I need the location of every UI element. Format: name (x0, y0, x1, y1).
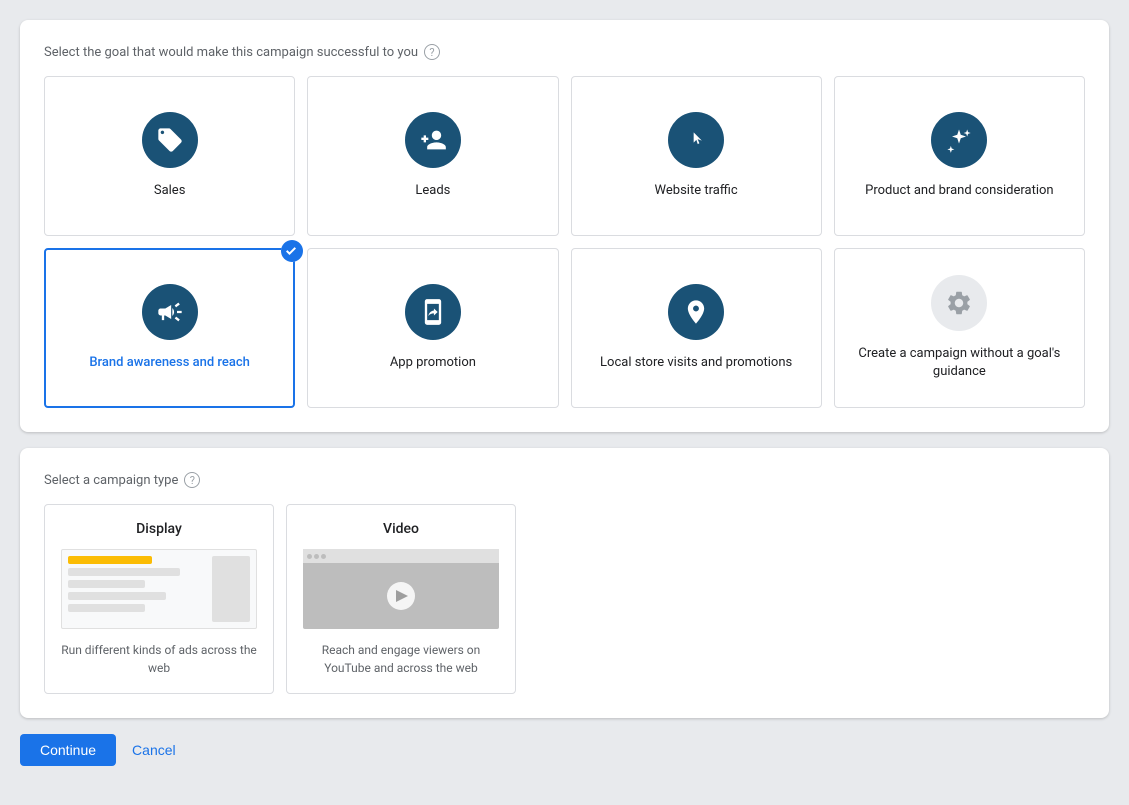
leads-label: Leads (415, 182, 450, 200)
location-icon (682, 298, 710, 326)
check-icon (281, 240, 303, 262)
video-title: Video (303, 521, 499, 537)
goal-card-sales[interactable]: Sales (44, 76, 295, 236)
goal-card-app-promotion[interactable]: App promotion (307, 248, 558, 408)
campaign-card-display[interactable]: Display Run different kinds of ads acr (44, 504, 274, 694)
cancel-button[interactable]: Cancel (132, 742, 176, 758)
video-description: Reach and engage viewers on YouTube and … (303, 641, 499, 677)
video-play-button (387, 582, 415, 610)
person-add-icon (419, 126, 447, 154)
campaign-section-text: Select a campaign type (44, 473, 178, 488)
sales-label: Sales (154, 182, 186, 200)
leads-icon-circle (405, 112, 461, 168)
video-thumbnail (303, 549, 499, 629)
video-dot-1 (307, 554, 312, 559)
video-thumb-illustration (303, 549, 499, 629)
cursor-click-icon (682, 126, 710, 154)
campaign-section-label: Select a campaign type ? (44, 472, 1085, 488)
brand-awareness-label: Brand awareness and reach (89, 354, 250, 372)
display-bar-4 (68, 604, 145, 612)
video-dot-2 (314, 554, 319, 559)
sales-icon-circle (142, 112, 198, 168)
campaign-type-card: Select a campaign type ? Display (20, 448, 1109, 718)
no-goal-label: Create a campaign without a goal's guida… (851, 345, 1068, 381)
video-dot-3 (321, 554, 326, 559)
megaphone-icon (156, 298, 184, 326)
goal-card-local-store[interactable]: Local store visits and promotions (571, 248, 822, 408)
goal-card-leads[interactable]: Leads (307, 76, 558, 236)
no-goal-icon-circle (931, 275, 987, 331)
display-description: Run different kinds of ads across the we… (61, 641, 257, 677)
brand-awareness-icon-circle (142, 284, 198, 340)
video-thumb-top-bar (303, 549, 499, 563)
selected-check-badge (281, 240, 303, 262)
display-thumb-illustration (61, 549, 257, 629)
app-promotion-icon-circle (405, 284, 461, 340)
smartphone-icon (419, 298, 447, 326)
play-triangle-icon (396, 590, 408, 602)
display-thumbnail (61, 549, 257, 629)
display-title: Display (61, 521, 257, 537)
goal-card-website-traffic[interactable]: Website traffic (571, 76, 822, 236)
app-promotion-label: App promotion (390, 354, 476, 372)
continue-button[interactable]: Continue (20, 734, 116, 766)
display-thumb-content (68, 556, 208, 622)
campaign-help-icon[interactable]: ? (184, 472, 200, 488)
goal-section-label: Select the goal that would make this cam… (44, 44, 1085, 60)
display-bar-3 (68, 592, 166, 600)
goal-card-no-goal[interactable]: Create a campaign without a goal's guida… (834, 248, 1085, 408)
campaign-grid: Display Run different kinds of ads acr (44, 504, 1085, 694)
tag-icon (156, 126, 184, 154)
gear-icon (945, 289, 973, 317)
goal-help-icon[interactable]: ? (424, 44, 440, 60)
sparkle-icon (945, 126, 973, 154)
display-bar-yellow (68, 556, 152, 564)
website-traffic-label: Website traffic (655, 182, 738, 200)
goal-grid: Sales Leads (44, 76, 1085, 408)
website-traffic-icon-circle (668, 112, 724, 168)
product-brand-label: Product and brand consideration (865, 182, 1053, 200)
display-thumb-image (212, 556, 250, 622)
display-bar-2 (68, 580, 145, 588)
goal-selection-card: Select the goal that would make this cam… (20, 20, 1109, 432)
goal-section-text: Select the goal that would make this cam… (44, 45, 418, 60)
footer-actions: Continue Cancel (20, 734, 1109, 766)
local-store-label: Local store visits and promotions (600, 354, 792, 372)
product-brand-icon-circle (931, 112, 987, 168)
goal-card-brand-awareness[interactable]: Brand awareness and reach (44, 248, 295, 408)
display-bar-1 (68, 568, 180, 576)
goal-card-product-brand[interactable]: Product and brand consideration (834, 76, 1085, 236)
page-wrapper: Select the goal that would make this cam… (20, 20, 1109, 766)
campaign-card-video[interactable]: Video Reach and engage viewers on YouTub (286, 504, 516, 694)
local-store-icon-circle (668, 284, 724, 340)
